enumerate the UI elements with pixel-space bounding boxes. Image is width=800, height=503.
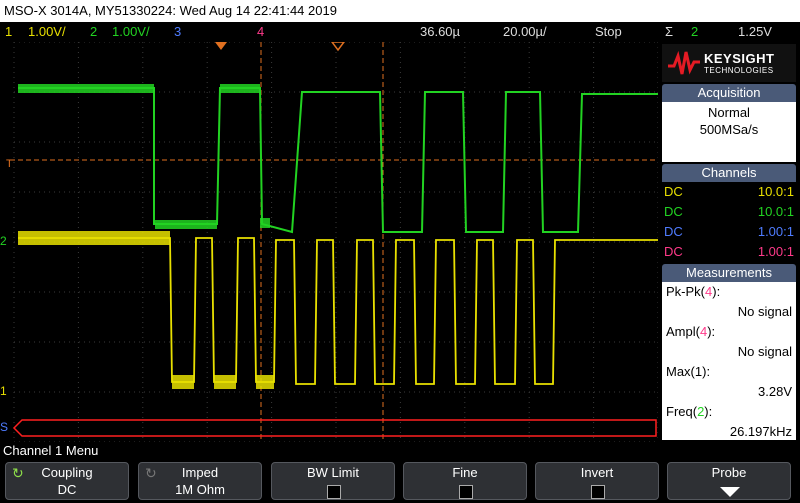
status-bar: 1 1.00V/ 2 1.00V/ 3 4 36.60µ 20.00µ/ Sto… (0, 22, 800, 42)
ch3-number[interactable]: 3 (174, 22, 181, 42)
meas-max-label: Max(1): (666, 364, 711, 379)
coupling-value: DC (57, 482, 77, 497)
time-scale[interactable]: 20.00µ/ (503, 22, 547, 42)
ch1-number[interactable]: 1 (5, 22, 12, 42)
delay-marker[interactable] (330, 41, 346, 52)
channels-header[interactable]: Channels (662, 164, 796, 182)
channels-panel: DC 10.0:1 DC 10.0:1 DC 1.00:1 DC 1.00:1 (662, 182, 796, 262)
acquisition-panel: Normal 500MSa/s (662, 102, 796, 162)
fine-softkey[interactable]: Fine (403, 462, 527, 500)
ch2-scale[interactable]: 1.00V/ (112, 22, 150, 42)
ch2-probe-ratio: 10.0:1 (757, 204, 794, 219)
menu-title: Channel 1 Menu (3, 443, 99, 458)
measurements-panel: Pk-Pk(4): No signal Ampl(4): No signal M… (662, 282, 796, 440)
invert-checkbox[interactable] (591, 485, 605, 499)
coupling-label: Coupling (41, 465, 93, 480)
invert-softkey[interactable]: Invert (535, 462, 659, 500)
probe-softkey[interactable]: Probe (667, 462, 791, 500)
imped-value: 1M Ohm (175, 482, 225, 497)
time-position[interactable]: 36.60µ (420, 22, 460, 42)
meas-ampl-value: No signal (737, 344, 792, 359)
meas-max-value: 3.28V (758, 384, 792, 399)
invert-label: Invert (580, 465, 614, 480)
run-state[interactable]: Stop (595, 22, 622, 42)
ch2-ground-marker[interactable]: 2 (0, 234, 7, 248)
acquisition-header[interactable]: Acquisition (662, 84, 796, 102)
measurements-header[interactable]: Measurements (662, 264, 796, 282)
coupling-softkey[interactable]: ↻ Coupling DC (5, 462, 129, 500)
waveform-display[interactable]: T 2 1 S (0, 41, 659, 443)
softkey-menu: Channel 1 Menu ↻ Coupling DC ↻ Imped 1M … (0, 442, 800, 503)
ch2-coupling: DC (664, 204, 683, 219)
submenu-arrow-icon (720, 487, 740, 497)
bw-limit-softkey[interactable]: BW Limit (271, 462, 395, 500)
ch2-trace (18, 84, 658, 234)
ch1-scale[interactable]: 1.00V/ (28, 22, 66, 42)
fine-checkbox[interactable] (459, 485, 473, 499)
meas-ampl-label: Ampl(4): (666, 324, 716, 339)
bw-limit-checkbox[interactable] (327, 485, 341, 499)
ch1-probe-ratio: 10.0:1 (757, 184, 794, 199)
imped-label: Imped (181, 465, 219, 480)
ch1-ground-marker[interactable]: 1 (0, 384, 7, 398)
ch1-coupling: DC (664, 184, 683, 199)
waveform-svg (10, 41, 659, 443)
serial-bus-marker[interactable]: S (0, 420, 8, 434)
trigger-level[interactable]: 1.25V (738, 22, 772, 42)
bw-limit-label: BW Limit (307, 465, 359, 480)
brand-name: KEYSIGHT (704, 51, 775, 66)
keysight-wave-icon (668, 50, 700, 75)
keysight-logo: KEYSIGHT TECHNOLOGIES (662, 44, 796, 82)
probe-label: Probe (711, 465, 747, 480)
window-title: MSO-X 3014A, MY51330224: Wed Aug 14 22:4… (0, 0, 800, 22)
serial-bus-trace (12, 419, 657, 437)
trigger-marker-label: T (6, 158, 13, 170)
meas-pkpk-label: Pk-Pk(4): (666, 284, 721, 299)
ch4-coupling: DC (664, 244, 683, 259)
ch3-probe-ratio: 1.00:1 (757, 224, 794, 239)
sample-rate: 500MSa/s (699, 122, 759, 137)
acquisition-mode: Normal (708, 105, 750, 120)
ch3-coupling: DC (664, 224, 683, 239)
trigger-source[interactable]: 2 (691, 22, 698, 42)
imped-softkey[interactable]: ↻ Imped 1M Ohm (138, 462, 262, 500)
ch2-number[interactable]: 2 (90, 22, 97, 42)
ch4-number[interactable]: 4 (257, 22, 264, 42)
meas-freq-value: 26.197kHz (729, 424, 792, 439)
meas-freq-label: Freq(2): (666, 404, 713, 419)
ch4-probe-ratio: 1.00:1 (757, 244, 794, 259)
meas-pkpk-value: No signal (737, 304, 792, 319)
ch1-trace (18, 231, 658, 389)
trigger-edge-icon: Σ (665, 24, 674, 39)
trigger-position-marker[interactable] (215, 42, 227, 50)
fine-label: Fine (452, 465, 478, 480)
side-panel: KEYSIGHT TECHNOLOGIES Acquisition Normal… (658, 42, 800, 442)
brand-subtitle: TECHNOLOGIES (704, 66, 774, 75)
